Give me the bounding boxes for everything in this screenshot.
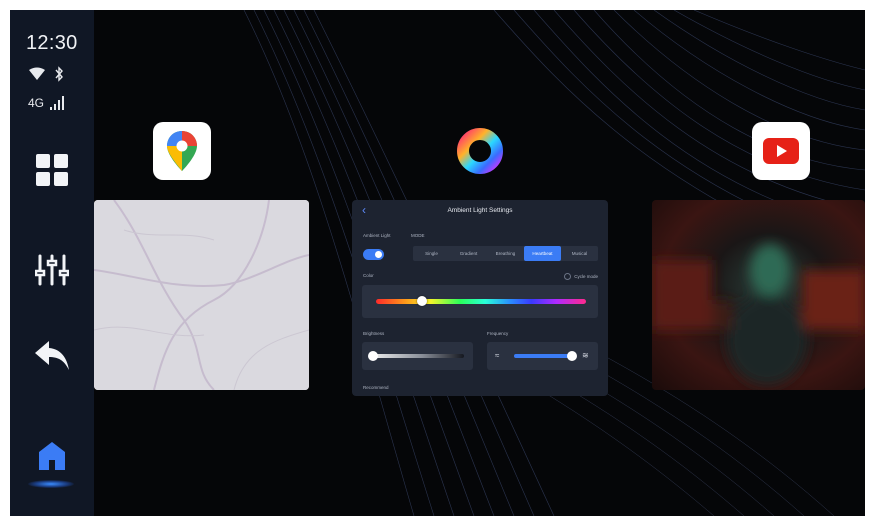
frequency-label: Frequency — [487, 331, 509, 336]
equalizer-button[interactable] — [32, 250, 72, 290]
bluetooth-icon — [55, 66, 63, 82]
maps-pin-icon — [167, 131, 197, 171]
brightness-control — [362, 342, 473, 370]
equalizer-icon — [35, 254, 69, 286]
frequency-slider[interactable] — [514, 354, 572, 358]
youtube-preview-card[interactable] — [652, 200, 865, 390]
fast-wave-icon: ≋ — [582, 351, 589, 360]
recommend-label: Recommend — [363, 385, 389, 390]
head-unit-screen: 12:30 4G ‹ Ambient Light Settings Ambien… — [10, 10, 865, 516]
back-arrow-icon — [35, 341, 69, 370]
ambient-light-toggle[interactable] — [363, 249, 384, 260]
ambient-light-app[interactable] — [451, 122, 509, 180]
network-status: 4G — [28, 96, 65, 110]
color-ring-icon — [457, 128, 503, 174]
color-slider-knob[interactable] — [417, 296, 427, 306]
brightness-slider-knob[interactable] — [368, 351, 378, 361]
mode-tabs: Single Gradient Breathing Heartbeat Musi… — [413, 246, 598, 261]
frequency-slider-knob[interactable] — [567, 351, 577, 361]
google-maps-app[interactable] — [153, 122, 211, 180]
youtube-icon — [763, 138, 799, 164]
mode-tab-heartbeat[interactable]: Heartbeat — [524, 246, 561, 261]
clock: 12:30 — [26, 32, 78, 54]
mode-tab-gradient[interactable]: Gradient — [450, 246, 487, 261]
cycle-mode-toggle[interactable]: Cycle mode — [564, 273, 598, 280]
mode-tab-breathing[interactable]: Breathing — [487, 246, 524, 261]
brightness-label: Brightness — [363, 331, 385, 336]
back-button[interactable] — [32, 335, 72, 375]
mode-tab-musical[interactable]: Musical — [561, 246, 598, 261]
youtube-app[interactable] — [752, 122, 810, 180]
panel-title: Ambient Light Settings — [447, 207, 513, 214]
signal-icon — [50, 96, 65, 110]
maps-preview-card[interactable] — [94, 200, 309, 390]
color-spectrum-slider[interactable] — [376, 299, 586, 304]
mode-tab-single[interactable]: Single — [413, 246, 450, 261]
ambient-light-label: Ambient Light — [363, 233, 391, 238]
ambient-light-card[interactable]: ‹ Ambient Light Settings Ambient Light M… — [352, 200, 608, 396]
map-preview — [94, 200, 309, 390]
wifi-icon — [29, 67, 45, 80]
mode-label: MODE — [411, 233, 425, 238]
apps-grid-button[interactable] — [32, 150, 72, 190]
slow-wave-icon: ≈ — [495, 351, 500, 360]
color-picker — [362, 285, 598, 318]
frequency-control: ≈ ≋ — [487, 342, 598, 370]
video-thumbnail — [652, 244, 865, 385]
sidebar: 12:30 4G — [10, 10, 94, 516]
home-button[interactable] — [32, 436, 72, 476]
cycle-mode-label: Cycle mode — [574, 274, 598, 279]
status-icons — [28, 66, 64, 82]
brightness-slider[interactable] — [370, 354, 464, 358]
color-label: Color — [363, 273, 374, 278]
cycle-mode-radio-icon — [564, 273, 572, 280]
network-type: 4G — [28, 96, 45, 110]
home-active-indicator — [28, 480, 74, 488]
panel-header: ‹ Ambient Light Settings — [352, 200, 608, 222]
grid-icon — [36, 154, 68, 186]
home-icon — [39, 442, 65, 470]
